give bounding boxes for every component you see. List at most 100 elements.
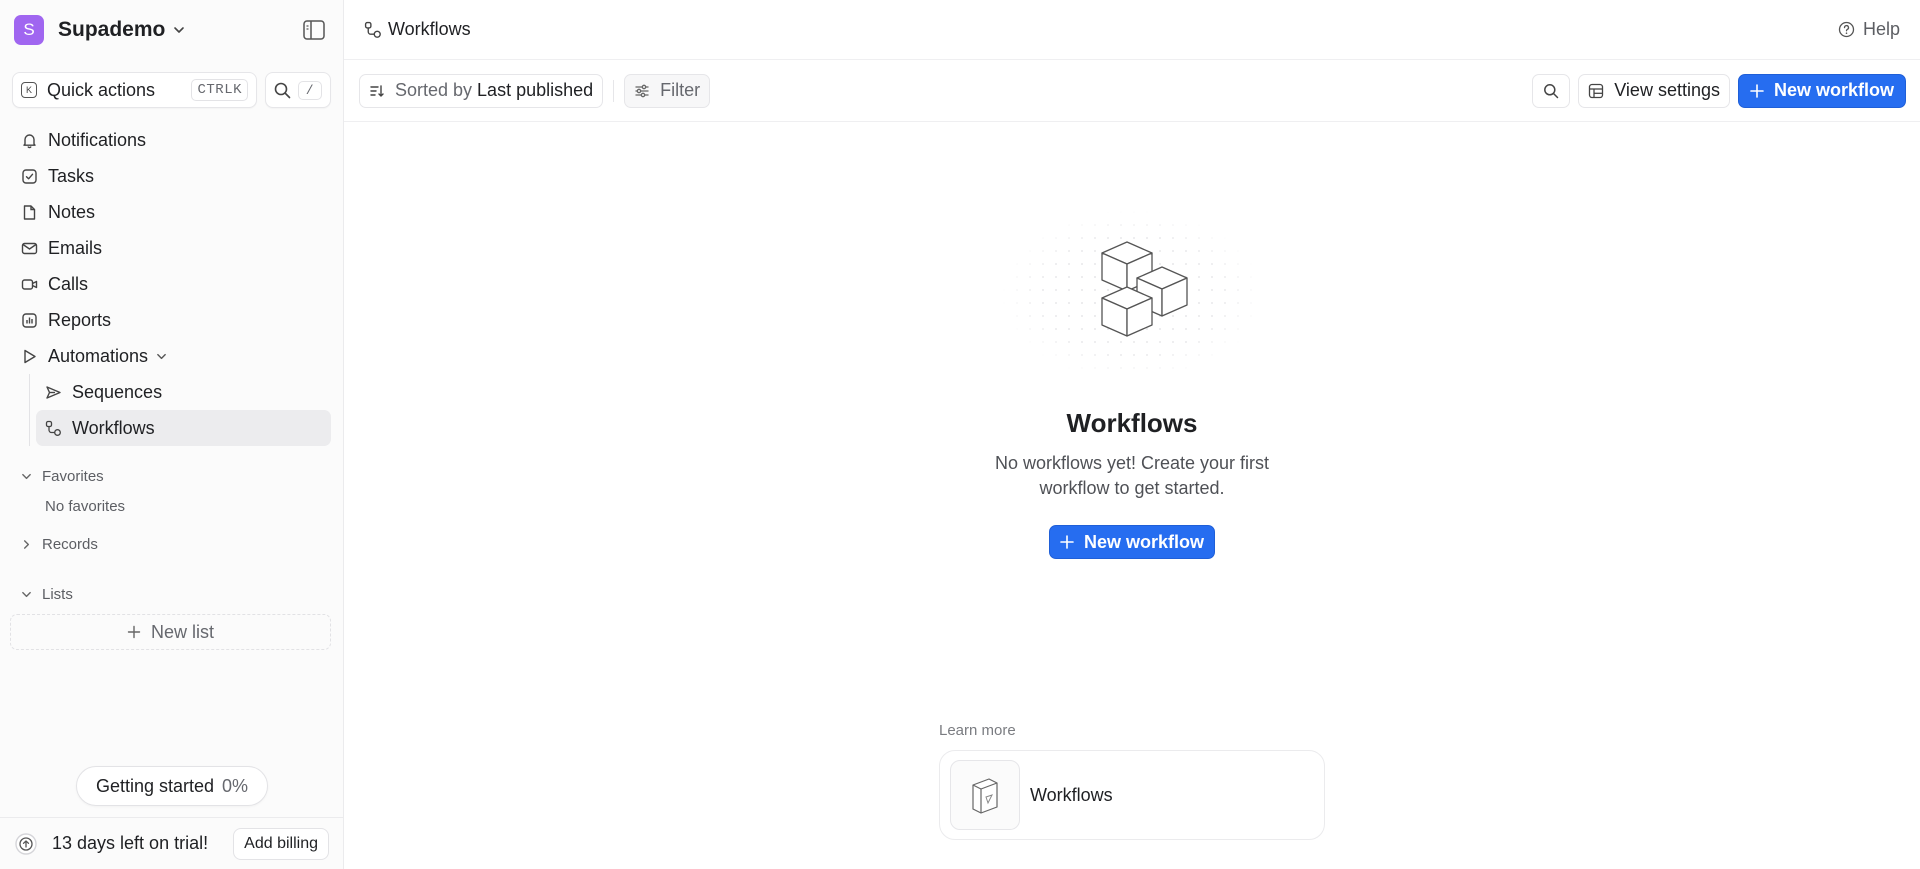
favorites-header[interactable]: Favorites [12, 460, 331, 492]
empty-state-title: Workflows [1066, 408, 1198, 438]
play-icon [24, 349, 36, 363]
sort-prefix: Sorted by [395, 80, 473, 100]
learn-card-title: Workflows [1030, 784, 1113, 805]
new-list-label: New list [150, 621, 214, 642]
sidebar-item-label: Calls [48, 273, 89, 294]
toolbar-right: View settings New workflow [1532, 73, 1906, 108]
new-workflow-button[interactable]: New workflow [1737, 73, 1906, 108]
workflow-icon [45, 420, 61, 436]
section-label: Records [42, 535, 98, 553]
records-section: Records [0, 528, 343, 560]
favorites-section: Favorites No favorites [0, 460, 343, 520]
learn-more-section: Learn more Workflows [939, 722, 1325, 840]
help-circle-icon [1838, 21, 1855, 38]
chevron-right-icon [23, 539, 30, 549]
sidebar-item-calls[interactable]: Calls [12, 266, 331, 302]
search-icon [274, 82, 291, 98]
send-icon [46, 385, 61, 399]
learn-more-card[interactable]: Workflows [939, 750, 1325, 840]
sidebar-item-label: Sequences [72, 381, 163, 402]
sidebar-item-reports[interactable]: Reports [12, 302, 331, 338]
new-list-button[interactable]: New list [10, 614, 331, 650]
chevron-down-icon [22, 473, 31, 479]
plus-icon [1750, 83, 1764, 98]
main-content: Workflows Help Sorted by Last published … [344, 0, 1920, 869]
learn-thumbnail [950, 760, 1020, 830]
trial-bar: 13 days left on trial! Add billing [0, 817, 343, 869]
section-label: Favorites [42, 467, 104, 485]
records-header[interactable]: Records [12, 528, 331, 560]
search-shortcut: / [297, 80, 322, 100]
sidebar-item-label: Tasks [48, 165, 95, 186]
sort-icon [370, 84, 384, 97]
note-icon [23, 204, 36, 220]
trial-text: 13 days left on trial! [52, 833, 209, 853]
quick-actions-label: Quick actions [47, 79, 156, 100]
quick-actions-button[interactable]: K Quick actions CTRLK [12, 72, 257, 108]
quick-actions-row: K Quick actions CTRLK / [0, 72, 343, 108]
view-settings-label: View settings [1614, 80, 1720, 100]
empty-state-new-workflow-button[interactable]: New workflow [1048, 525, 1215, 559]
sidebar-item-workflows[interactable]: Workflows [36, 410, 331, 446]
video-icon [21, 278, 38, 290]
automations-subnav: Sequences Workflows [29, 374, 331, 446]
chevron-down-icon [174, 27, 185, 33]
sidebar-item-label: Notifications [48, 129, 147, 150]
chevron-down-icon [157, 353, 166, 359]
favorites-empty: No favorites [45, 497, 126, 515]
sidebar-item-automations[interactable]: Automations [12, 338, 331, 374]
plus-icon [127, 625, 141, 639]
toolbar-divider [613, 79, 615, 102]
lists-header[interactable]: Lists [12, 578, 331, 610]
sidebar-item-label: Notes [48, 201, 96, 222]
sidebar-item-label: Emails [48, 237, 103, 258]
sidebar-item-label: Workflows [72, 417, 155, 438]
empty-state: Workflows No workflows yet! Create your … [344, 210, 1920, 559]
sidebar-toggle-icon[interactable] [303, 20, 325, 40]
getting-started-label: Getting started [95, 775, 215, 796]
table-settings-icon [1589, 83, 1604, 98]
lists-section: Lists [0, 578, 343, 610]
view-settings-button[interactable]: View settings [1578, 73, 1730, 108]
search-button[interactable] [1532, 73, 1571, 108]
empty-state-button-label: New workflow [1083, 531, 1204, 552]
plus-icon [1060, 535, 1074, 549]
sidebar-item-tasks[interactable]: Tasks [12, 158, 331, 194]
toolbar: Sorted by Last published Filter View set… [344, 60, 1920, 122]
upgrade-arrow-icon [15, 832, 37, 855]
sidebar-item-sequences[interactable]: Sequences [36, 374, 331, 410]
sidebar-item-label: Reports [48, 309, 112, 330]
sidebar-search-button[interactable]: / [265, 72, 331, 108]
mail-icon [21, 242, 38, 254]
workspace-name: Supademo [58, 18, 166, 41]
section-label: Lists [42, 585, 73, 603]
sort-button[interactable]: Sorted by Last published [359, 73, 604, 108]
help-label: Help [1862, 19, 1900, 39]
sidebar-nav: Notifications Tasks Notes Emails Calls R… [0, 122, 343, 446]
getting-started-percent: 0% [222, 775, 249, 796]
filter-button[interactable]: Filter [624, 73, 711, 108]
empty-state-description: No workflows yet! Create your first work… [994, 453, 1270, 498]
breadcrumb: Workflows [388, 19, 471, 39]
quick-actions-shortcut: CTRLK [191, 79, 248, 101]
sidebar-item-notes[interactable]: Notes [12, 194, 331, 230]
workspace-avatar: S [14, 15, 44, 45]
help-button[interactable]: Help [1838, 19, 1900, 40]
sidebar-item-emails[interactable]: Emails [12, 230, 331, 266]
sort-value: Last published [477, 80, 594, 100]
chevron-down-icon [22, 591, 31, 597]
topbar: Workflows Help [344, 0, 1920, 60]
app-root: S Supademo K Quick actions CTRLK / Notif… [0, 0, 1920, 869]
workflow-icon [364, 21, 381, 38]
bell-icon [23, 133, 36, 148]
bar-chart-icon [22, 312, 37, 328]
sidebar: S Supademo K Quick actions CTRLK / Notif… [0, 0, 344, 869]
getting-started-button[interactable]: Getting started 0% [76, 766, 268, 806]
checkbox-icon [22, 168, 37, 184]
sidebar-item-label: Automations [48, 345, 149, 366]
cubes-illustration-icon [1002, 210, 1262, 380]
search-icon [1544, 83, 1559, 98]
sidebar-item-notifications[interactable]: Notifications [12, 122, 331, 158]
workspace-switcher[interactable]: S Supademo [0, 0, 343, 60]
add-billing-button[interactable]: Add billing [233, 827, 329, 860]
